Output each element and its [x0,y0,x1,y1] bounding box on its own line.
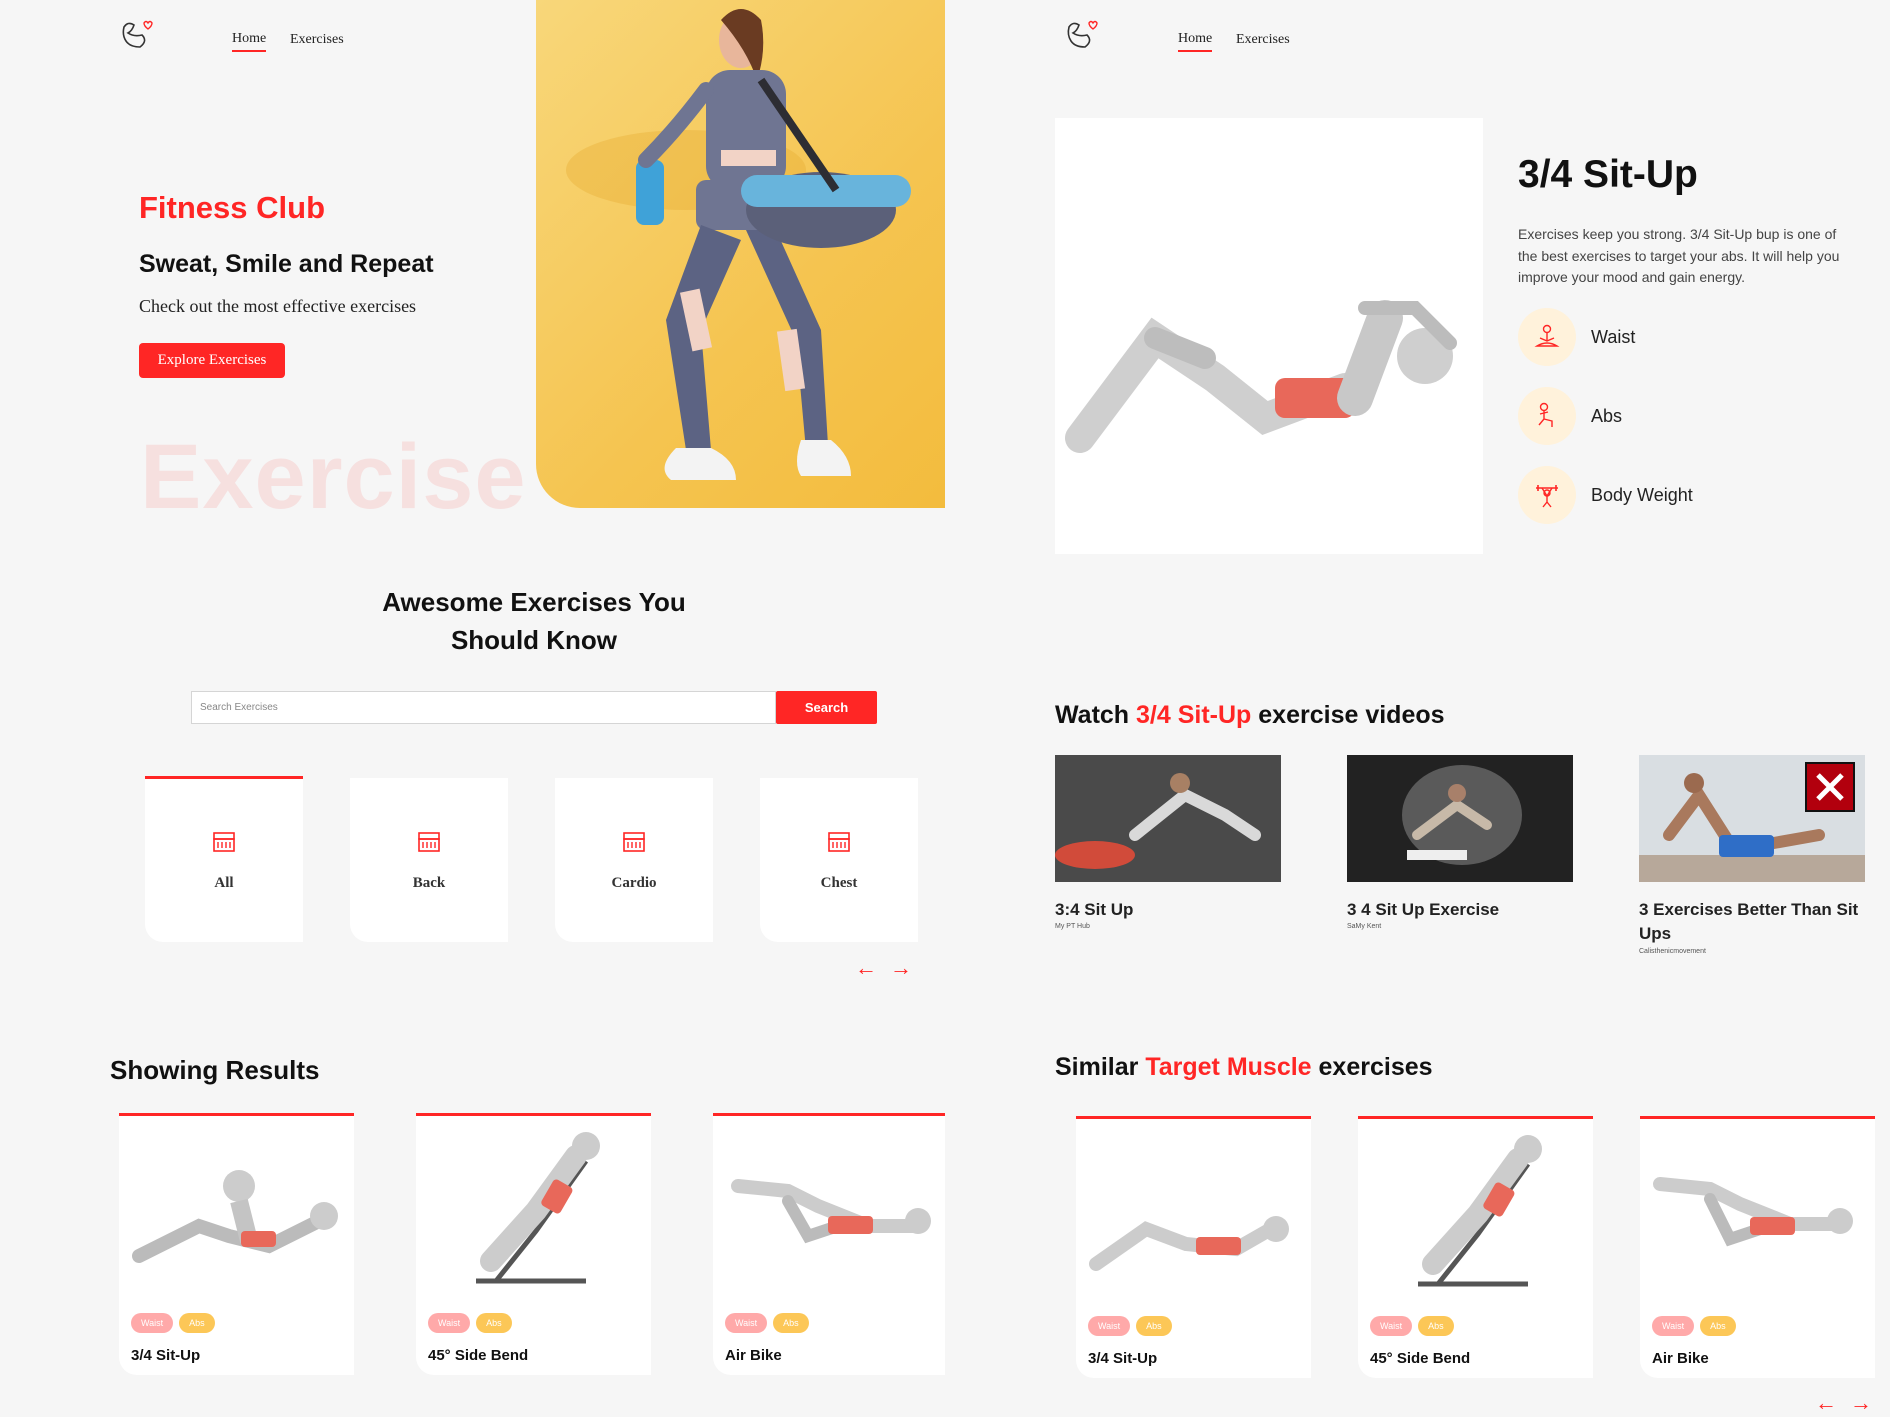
exercise-detail-image [1055,118,1483,554]
similar-heading: Similar Target Muscle exercises [1055,1053,1433,1082]
tag-pill-waist: Waist [131,1313,174,1333]
tag-pill-waist: Waist [725,1313,768,1333]
category-card-chest[interactable]: Chest [760,778,918,942]
search-heading-line1: Awesome Exercises You [382,587,686,617]
similar-exercise-card[interactable]: Waist Abs Air Bike [1640,1116,1875,1378]
video-title[interactable]: 3:4 Sit Up [1055,898,1281,922]
category-label: All [214,875,234,891]
video-thumbnail[interactable] [1055,755,1281,882]
scroll-left-arrow[interactable]: ← [1815,1390,1837,1416]
nav-exercises-link[interactable]: Exercises [290,32,344,48]
exercise-image [476,1132,600,1284]
exercise-card[interactable]: Waist Abs 45° Side Bend [416,1113,651,1375]
search-input[interactable]: Search Exercises [191,691,776,724]
video-channel: SaMy Kent [1347,923,1382,930]
waist-tag-icon [1518,308,1576,366]
tag-pill-waist: Waist [1652,1316,1695,1336]
tag-label-waist: Waist [1591,327,1636,347]
videos-heading-highlight: 3/4 Sit-Up [1136,701,1252,729]
video-thumbnail-image [1347,755,1573,882]
video-channel: My PT Hub [1055,923,1090,930]
meditation-icon [1534,324,1560,347]
similar-heading-post: exercises [1311,1053,1433,1081]
weightlifter-icon [1536,485,1558,508]
videos-heading: Watch 3/4 Sit-Up exercise videos [1055,701,1445,730]
exercise-name: Air Bike [725,1347,782,1364]
explore-exercises-button[interactable]: Explore Exercises [139,343,285,378]
scroll-right-arrow[interactable]: → [1850,1390,1872,1416]
hero-title: Fitness Club [139,190,326,225]
tag-pill-abs: Abs [1418,1316,1454,1336]
scroll-right-arrow[interactable]: → [890,955,912,981]
videos-heading-pre: Watch [1055,701,1137,729]
video-title[interactable]: 3 Exercises Better Than Sit Ups [1639,898,1865,946]
hero-background-word: Exercise [140,426,527,528]
gym-icon [623,831,645,852]
search-heading: Awesome Exercises You Should Know [330,584,738,659]
hero-text: Check out the most effective exercises [139,296,417,316]
category-card-all[interactable]: All [145,776,303,942]
similar-exercise-card[interactable]: Waist Abs 3/4 Sit-Up [1076,1116,1311,1378]
hero-subtitle: Sweat, Smile and Repeat [139,250,434,278]
tag-pill-waist: Waist [1370,1316,1413,1336]
video-thumbnail[interactable] [1347,755,1573,882]
scroll-left-arrow[interactable]: ← [855,955,877,981]
tag-pill-waist: Waist [428,1313,471,1333]
search-heading-line2: Should Know [450,624,618,655]
video-thumbnail-image [1055,755,1281,882]
exercise-title: 3/4 Sit-Up [1518,153,1698,196]
logo-icon[interactable] [120,17,154,51]
tag-pill-abs: Abs [773,1313,809,1333]
exercise-name: 45° Side Bend [1370,1350,1471,1367]
tag-pill-abs: Abs [1700,1316,1736,1336]
search-button[interactable]: Search [776,691,877,724]
exercise-image [1653,1177,1853,1247]
video-thumbnail[interactable] [1639,755,1865,882]
category-card-cardio[interactable]: Cardio [555,778,713,942]
exercise-card[interactable]: Waist Abs 3/4 Sit-Up [119,1113,354,1375]
exercise-name: Air Bike [1652,1350,1709,1367]
gym-icon [828,831,850,852]
similar-exercise-card[interactable]: Waist Abs 45° Side Bend [1358,1116,1593,1378]
video-title[interactable]: 3 4 Sit Up Exercise [1347,898,1573,922]
results-heading: Showing Results [110,1055,320,1085]
exercise-image [132,1170,338,1263]
exercise-image [1418,1135,1542,1287]
abs-tag-icon [1518,387,1576,445]
exercise-name: 3/4 Sit-Up [1088,1350,1158,1367]
lunge-icon [1538,402,1553,427]
tag-label-body-weight: Body Weight [1591,485,1693,505]
body-weight-tag-icon [1518,466,1576,524]
category-label: Cardio [611,874,657,891]
tag-pill-abs: Abs [476,1313,512,1333]
tag-pill-waist: Waist [1088,1316,1131,1336]
hero-banner-image [536,0,945,508]
nav-home-link[interactable]: Home [1178,31,1213,52]
tag-pill-abs: Abs [1136,1316,1172,1336]
category-label: Chest [820,874,858,891]
exercise-card[interactable]: Waist Abs Air Bike [713,1113,945,1375]
nav-home-link[interactable]: Home [232,31,267,52]
nav-exercises-link[interactable]: Exercises [1236,32,1290,48]
exercise-description: Exercises keep you strong. 3/4 Sit-Up bu… [1518,226,1840,286]
category-card-back[interactable]: Back [350,778,508,942]
exercise-image [731,1179,931,1244]
gym-icon [213,832,235,852]
close-icon[interactable] [1810,767,1850,807]
category-label: Back [412,874,446,891]
sit-up-illustration [1065,300,1457,453]
woman-with-gym-bag-illustration [566,9,911,480]
tag-label-abs: Abs [1591,406,1623,426]
gym-icon [418,831,440,852]
exercise-name: 3/4 Sit-Up [131,1347,201,1364]
tag-pill-abs: Abs [179,1313,215,1333]
similar-heading-pre: Similar [1055,1053,1146,1081]
exercise-image [1089,1216,1289,1271]
exercise-name: 45° Side Bend [428,1347,529,1364]
video-channel: Calisthenicmovement [1639,948,1706,955]
similar-heading-highlight: Target Muscle [1145,1053,1312,1081]
videos-heading-post: exercise videos [1251,701,1445,729]
logo-icon[interactable] [1065,17,1099,51]
